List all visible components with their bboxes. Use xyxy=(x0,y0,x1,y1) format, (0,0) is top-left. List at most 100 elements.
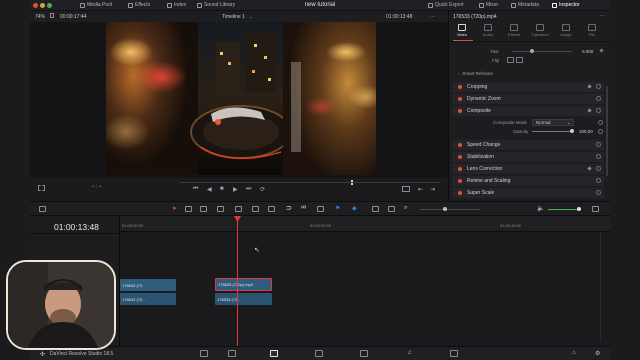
tab-image[interactable]: Image xyxy=(555,24,577,37)
timeline-name[interactable]: Timeline 1 xyxy=(222,14,245,20)
overwrite-clip-icon[interactable] xyxy=(252,206,259,212)
cut-page-icon[interactable] xyxy=(228,350,236,357)
loop-icon[interactable]: ⟳ xyxy=(260,186,265,193)
opacity-slider[interactable] xyxy=(532,131,572,132)
section-speed-change[interactable]: Speed Change xyxy=(452,140,604,150)
dynamic-zoom-reset-icon[interactable] xyxy=(596,96,601,101)
fairlight-page-icon[interactable]: ♫ xyxy=(407,350,412,356)
retime-enable-dot[interactable] xyxy=(458,179,462,183)
speed-change-enable-dot[interactable] xyxy=(458,143,462,147)
smart-reframe-row[interactable]: › Smart Reframe xyxy=(452,69,604,78)
timeline-clip[interactable]: 176533 (72... xyxy=(120,279,176,291)
tab-video[interactable]: Video xyxy=(451,24,473,37)
section-super-scale[interactable]: Super Scale xyxy=(452,188,604,198)
tab-file[interactable]: File xyxy=(581,24,603,37)
inspector-scrollbar[interactable] xyxy=(606,86,608,176)
replace-clip-icon[interactable] xyxy=(268,206,275,212)
retime-reset-icon[interactable] xyxy=(596,178,601,183)
jump-start-icon[interactable]: ⏮ xyxy=(193,186,198,193)
section-lens-correction[interactable]: Lens Correction xyxy=(452,164,604,174)
timeline-view-icon[interactable] xyxy=(39,206,46,212)
mark-in-icon[interactable] xyxy=(402,186,410,192)
tab-audio[interactable]: Audio xyxy=(477,24,499,37)
lens-correction-keyframe-icon[interactable] xyxy=(587,166,592,171)
yaw-slider-handle[interactable] xyxy=(530,49,534,53)
timeline-ruler[interactable]: 01:00:00:00 01:00:22:00 01:00:44:00 xyxy=(120,216,610,232)
yaw-keyframe-icon[interactable] xyxy=(599,48,604,53)
cropping-reset-icon[interactable] xyxy=(596,84,601,89)
marker-icon[interactable]: ◆ xyxy=(352,205,357,212)
timeline-vertical-scrollbar[interactable] xyxy=(600,232,601,342)
flip-horizontal-icon[interactable] xyxy=(507,57,514,63)
timeline-timecode[interactable]: 01:00:13:48 xyxy=(54,222,99,232)
fullscreen-icon[interactable] xyxy=(38,185,45,191)
section-dynamic-zoom[interactable]: Dynamic Zoom xyxy=(452,94,604,104)
linked-selection-icon[interactable]: ∞ xyxy=(301,204,306,211)
trim-tool-icon[interactable] xyxy=(185,206,192,212)
inspector-button[interactable]: Inspector xyxy=(552,2,580,8)
media-page-icon[interactable] xyxy=(200,350,208,357)
selected-timeline-clip[interactable]: 176533 (720p).mp4 xyxy=(215,278,272,291)
composite-enable-dot[interactable] xyxy=(458,109,462,113)
deliver-page-icon[interactable] xyxy=(450,350,458,357)
prev-edit-icon[interactable]: ⇤ xyxy=(418,186,423,193)
timeline-clip[interactable]: 176533 (72... xyxy=(215,293,272,305)
snapping-icon[interactable]: ⊃ xyxy=(286,204,292,212)
yaw-slider[interactable] xyxy=(512,51,572,52)
fusion-page-icon[interactable] xyxy=(315,350,323,357)
viewer-options-icon[interactable]: ⋯ xyxy=(430,14,435,20)
playhead-line[interactable] xyxy=(237,216,238,346)
composite-keyframe-icon[interactable] xyxy=(587,108,592,113)
stabilization-reset-icon[interactable] xyxy=(596,154,601,159)
quick-export-button[interactable]: Quick Export xyxy=(428,2,464,8)
mixer-button[interactable]: Mixer xyxy=(479,2,498,8)
stabilization-enable-dot[interactable] xyxy=(458,155,462,159)
audio-meter-icon[interactable] xyxy=(592,206,599,212)
dynamic-zoom-enable-dot[interactable] xyxy=(458,97,462,101)
timeline-zoom-handle[interactable] xyxy=(443,207,447,211)
inspector-options-icon[interactable]: ⋯ xyxy=(600,13,605,19)
edit-page-icon[interactable] xyxy=(270,350,278,357)
speed-change-reset-icon[interactable] xyxy=(596,142,601,147)
settings-gear-icon[interactable]: ⚙ xyxy=(595,350,600,357)
flag-icon[interactable]: ⚑ xyxy=(335,205,340,212)
zoom-level[interactable]: 74% xyxy=(35,14,45,20)
stop-icon[interactable]: ■ xyxy=(220,186,224,192)
timeline-dropdown-icon[interactable]: ⌄ xyxy=(249,14,252,19)
super-scale-reset-icon[interactable] xyxy=(596,190,601,195)
yaw-value[interactable]: 0.000 xyxy=(582,49,593,54)
metadata-button[interactable]: Metadata xyxy=(511,2,539,8)
flip-vertical-icon[interactable] xyxy=(516,57,523,63)
cropping-keyframe-icon[interactable] xyxy=(587,84,592,89)
home-icon[interactable]: ⌂ xyxy=(572,350,576,356)
zoom-dropdown-icon[interactable] xyxy=(50,13,54,18)
tab-transition[interactable]: Transition xyxy=(529,24,551,37)
selection-tool-icon[interactable]: ➤ xyxy=(172,205,177,212)
volume-slider-handle[interactable] xyxy=(577,207,581,211)
color-page-icon[interactable] xyxy=(360,350,368,357)
reverse-icon[interactable]: ◀ xyxy=(207,186,212,193)
super-scale-enable-dot[interactable] xyxy=(458,191,462,195)
detail-zoom-icon[interactable] xyxy=(388,206,395,212)
section-composite[interactable]: Composite xyxy=(452,106,604,116)
viewer-scrub-track[interactable] xyxy=(180,182,440,183)
volume-slider[interactable] xyxy=(548,209,580,210)
dynamic-trim-icon[interactable] xyxy=(200,206,207,212)
tab-effects[interactable]: Effects xyxy=(503,24,525,37)
opacity-reset-icon[interactable] xyxy=(598,129,603,134)
lens-correction-enable-dot[interactable] xyxy=(458,167,462,171)
jump-end-icon[interactable]: ⏭ xyxy=(246,186,251,193)
position-lock-icon[interactable] xyxy=(317,206,324,212)
section-cropping[interactable]: Cropping xyxy=(452,82,604,92)
full-extent-zoom-icon[interactable] xyxy=(372,206,379,212)
blade-tool-icon[interactable] xyxy=(217,206,224,212)
timeline-zoom-slider[interactable] xyxy=(420,209,480,210)
volume-icon[interactable]: 🔈 xyxy=(537,205,544,212)
play-icon[interactable]: ▶ xyxy=(233,186,238,193)
composite-reset-icon[interactable] xyxy=(596,108,601,113)
video-frame[interactable] xyxy=(106,22,376,175)
next-edit-icon[interactable]: ⇥ xyxy=(430,186,435,193)
cropping-enable-dot[interactable] xyxy=(458,85,462,89)
timeline-tracks[interactable]: 01:00:00:00 01:00:22:00 01:00:44:00 1765… xyxy=(120,216,610,346)
composite-mode-select[interactable]: Normal ⌄ xyxy=(532,119,574,126)
